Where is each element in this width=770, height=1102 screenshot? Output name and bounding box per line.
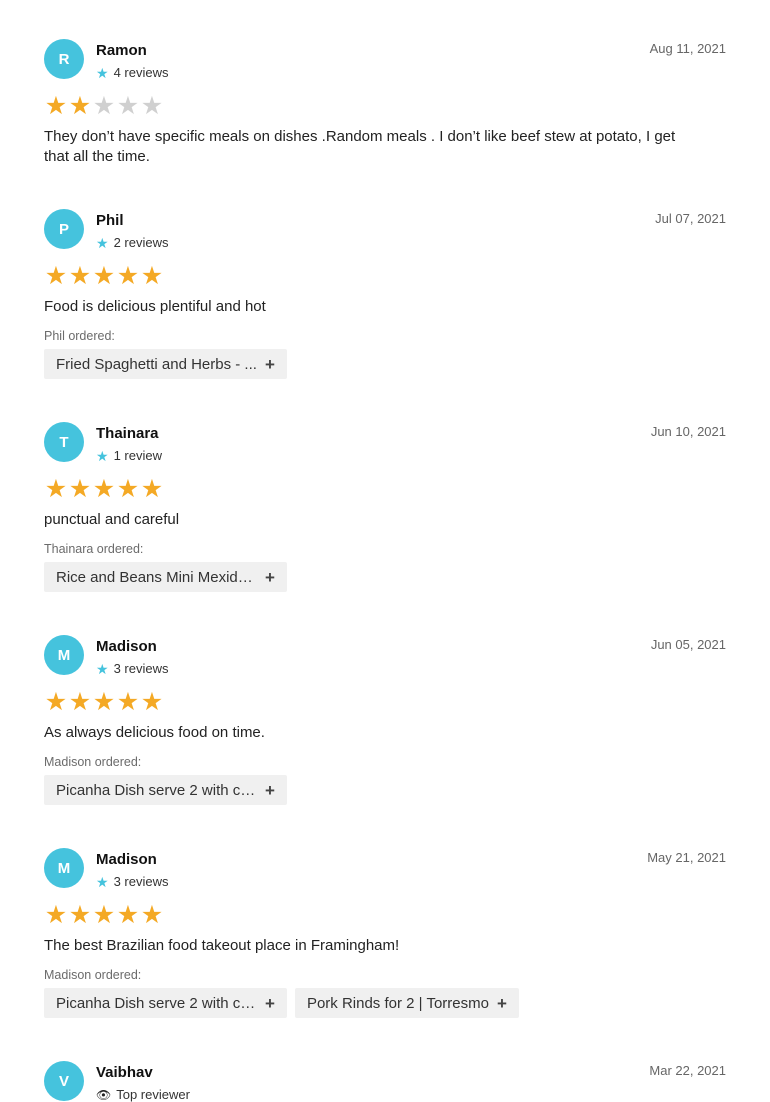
avatar[interactable]: M bbox=[44, 848, 84, 888]
reviewer-meta-text: 3 reviews bbox=[113, 661, 169, 676]
reviewer-name[interactable]: Ramon bbox=[96, 42, 147, 59]
ordered-item-chip[interactable]: Fried Spaghetti and Herbs - ... + bbox=[44, 349, 287, 379]
avatar[interactable]: M bbox=[44, 635, 84, 675]
reviewer-name[interactable]: Madison bbox=[96, 638, 157, 655]
star-filled-icon: ★ bbox=[116, 901, 140, 929]
star-filled-icon: ★ bbox=[44, 688, 68, 716]
reviews-list: R Ramon ★ 4 reviews Aug 11, 2021 ★ ★ ★ ★ ★ They do… bbox=[0, 0, 770, 1102]
star-icon: ★ bbox=[96, 660, 109, 677]
star-filled-icon: ★ bbox=[68, 901, 92, 929]
reviewer-name[interactable]: Madison bbox=[96, 851, 157, 868]
star-icon: ★ bbox=[96, 873, 109, 890]
reviewer-meta-text: 3 reviews bbox=[113, 874, 169, 889]
star-icon: ★ bbox=[96, 447, 109, 464]
ordered-label: Phil ordered: bbox=[44, 329, 115, 343]
star-filled-icon: ★ bbox=[140, 475, 164, 503]
rating-stars: ★ ★ ★ ★ ★ bbox=[44, 475, 164, 503]
rating-stars: ★ ★ ★ ★ ★ bbox=[44, 92, 164, 120]
review-date: Mar 22, 2021 bbox=[649, 1063, 726, 1078]
star-filled-icon: ★ bbox=[116, 262, 140, 290]
star-filled-icon: ★ bbox=[44, 92, 68, 120]
star-filled-icon: ★ bbox=[92, 688, 116, 716]
reviewer-meta: ★ 3 reviews bbox=[96, 874, 168, 889]
ordered-items: Picanha Dish serve 2 with ca... + bbox=[44, 775, 287, 805]
avatar[interactable]: V bbox=[44, 1061, 84, 1101]
review-date: Jun 05, 2021 bbox=[650, 637, 726, 652]
reviewer-meta: ★ 1 review bbox=[96, 448, 162, 463]
ordered-item-label: Picanha Dish serve 2 with ca... bbox=[56, 781, 257, 799]
star-empty-icon: ★ bbox=[140, 92, 164, 120]
review-text: punctual and careful bbox=[44, 511, 180, 528]
ordered-item-label: Pork Rinds for 2 | Torresmo bbox=[306, 994, 489, 1012]
reviewer-name[interactable]: Thainara bbox=[96, 425, 159, 442]
ordered-item-chip[interactable]: Picanha Dish serve 2 with ca... + bbox=[44, 988, 287, 1018]
star-filled-icon: ★ bbox=[68, 688, 92, 716]
star-filled-icon: ★ bbox=[140, 262, 164, 290]
avatar[interactable]: T bbox=[44, 422, 84, 462]
star-empty-icon: ★ bbox=[116, 92, 140, 120]
star-filled-icon: ★ bbox=[68, 92, 92, 120]
plus-icon[interactable]: + bbox=[265, 995, 275, 1012]
star-icon: ★ bbox=[96, 64, 109, 81]
rating-stars: ★ ★ ★ ★ ★ bbox=[44, 688, 164, 716]
reviewer-meta-text: 2 reviews bbox=[113, 235, 169, 250]
review-text: They don’t have specific meals on dishes… bbox=[44, 128, 676, 165]
star-filled-icon: ★ bbox=[116, 475, 140, 503]
eye-icon: 👁 bbox=[96, 1087, 112, 1102]
avatar[interactable]: P bbox=[44, 209, 84, 249]
review-text: The best Brazilian food takeout place in… bbox=[44, 937, 400, 954]
star-icon: ★ bbox=[96, 234, 109, 251]
reviewer-meta-text: 1 review bbox=[113, 448, 162, 463]
review-text: Food is delicious plentiful and hot bbox=[44, 298, 266, 315]
ordered-item-chip[interactable]: Picanha Dish serve 2 with ca... + bbox=[44, 775, 287, 805]
ordered-label: Madison ordered: bbox=[44, 968, 142, 982]
rating-stars: ★ ★ ★ ★ ★ bbox=[44, 901, 164, 929]
star-filled-icon: ★ bbox=[140, 901, 164, 929]
ordered-item-label: Fried Spaghetti and Herbs - ... bbox=[56, 355, 257, 373]
reviewer-meta-text: 4 reviews bbox=[113, 65, 169, 80]
review-date: May 21, 2021 bbox=[647, 850, 726, 865]
ordered-items: Fried Spaghetti and Herbs - ... + bbox=[44, 349, 287, 379]
plus-icon[interactable]: + bbox=[265, 356, 275, 373]
star-filled-icon: ★ bbox=[92, 475, 116, 503]
star-filled-icon: ★ bbox=[116, 688, 140, 716]
star-filled-icon: ★ bbox=[44, 901, 68, 929]
star-filled-icon: ★ bbox=[140, 688, 164, 716]
review-date: Jun 10, 2021 bbox=[650, 424, 726, 439]
star-filled-icon: ★ bbox=[68, 262, 92, 290]
star-filled-icon: ★ bbox=[44, 262, 68, 290]
ordered-item-chip[interactable]: Pork Rinds for 2 | Torresmo + bbox=[294, 988, 519, 1018]
review-date: Aug 11, 2021 bbox=[649, 41, 726, 56]
plus-icon[interactable]: + bbox=[497, 995, 507, 1012]
ordered-items: Rice and Beans Mini Mexidã... + bbox=[44, 562, 287, 592]
reviewer-meta: ★ 3 reviews bbox=[96, 661, 168, 676]
avatar[interactable]: R bbox=[44, 39, 84, 79]
ordered-item-label: Rice and Beans Mini Mexidã... bbox=[56, 568, 257, 586]
reviewer-meta: ★ 4 reviews bbox=[96, 65, 168, 80]
ordered-label: Madison ordered: bbox=[44, 755, 142, 769]
ordered-item-label: Picanha Dish serve 2 with ca... bbox=[56, 994, 257, 1012]
reviewer-name[interactable]: Phil bbox=[96, 212, 124, 229]
star-filled-icon: ★ bbox=[92, 901, 116, 929]
plus-icon[interactable]: + bbox=[265, 782, 275, 799]
rating-stars: ★ ★ ★ ★ ★ bbox=[44, 262, 164, 290]
star-empty-icon: ★ bbox=[92, 92, 116, 120]
star-filled-icon: ★ bbox=[44, 475, 68, 503]
ordered-item-chip[interactable]: Rice and Beans Mini Mexidã... + bbox=[44, 562, 287, 592]
review-date: Jul 07, 2021 bbox=[655, 211, 726, 226]
ordered-label: Thainara ordered: bbox=[44, 542, 144, 556]
star-filled-icon: ★ bbox=[68, 475, 92, 503]
ordered-items: Picanha Dish serve 2 with ca... + Pork Rin… bbox=[44, 988, 519, 1018]
review-text: As always delicious food on time. bbox=[44, 724, 265, 741]
star-filled-icon: ★ bbox=[92, 262, 116, 290]
reviewer-meta: ★ 2 reviews bbox=[96, 235, 168, 250]
reviewer-name[interactable]: Vaibhav bbox=[96, 1064, 153, 1081]
plus-icon[interactable]: + bbox=[265, 569, 275, 586]
